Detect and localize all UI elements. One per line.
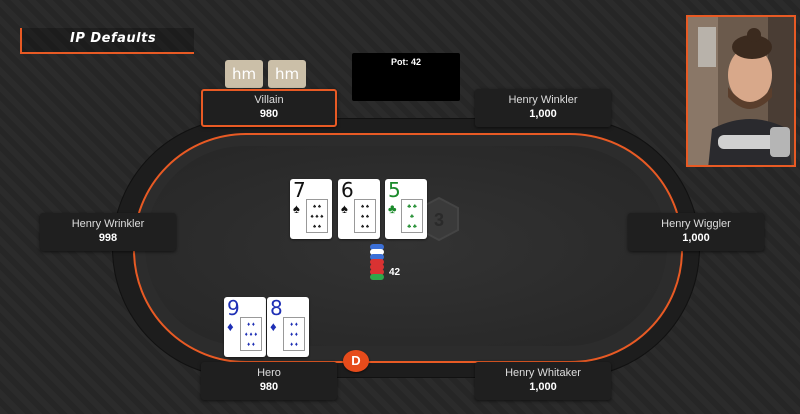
card-face: ♠ ♠ ♠ ♠ ♠ ♠ ♠ <box>306 199 328 233</box>
dealer-button-icon: D <box>343 350 369 372</box>
card-face: ♣ ♣ ♣ ♣ ♣ <box>401 199 423 233</box>
streamer-avatar <box>688 17 794 165</box>
card-face: ♦ ♦ ♦ ♦ ♦ ♦ <box>283 317 305 351</box>
hero-card-1: 9 ♦ ♦ ♦ ♦ ♦ ♦ ♦ ♦ <box>224 296 266 357</box>
seat-villain[interactable]: Villain 980 <box>201 89 337 127</box>
card-face: ♠ ♠ ♠ ♠ ♠ ♠ <box>354 199 376 233</box>
seat-stack: 998 <box>98 232 118 244</box>
card-rank: 5 <box>388 178 401 202</box>
seat-name: Henry Wiggler <box>661 218 731 230</box>
pot-chip-amount: 42 <box>389 267 401 278</box>
seat-henry-wiggler[interactable]: Henry Wiggler 1,000 <box>628 213 764 251</box>
board-card-2: 6 ♠ ♠ ♠ ♠ ♠ ♠ ♠ <box>338 178 380 239</box>
card-rank: 8 <box>270 296 283 320</box>
seat-name: Henry Whitaker <box>505 367 581 379</box>
seat-name: Hero <box>257 367 281 379</box>
chip-stack-icon <box>370 244 384 280</box>
spade-icon: ♠ <box>293 201 300 216</box>
seat-name: Henry Winkler <box>508 94 578 106</box>
seat-stack: 1,000 <box>529 381 557 393</box>
card-rank: 9 <box>227 296 240 320</box>
card-rank: 6 <box>341 178 354 202</box>
seat-name: Henry Wrinkler <box>71 218 145 230</box>
seat-stack: 1,000 <box>529 108 557 120</box>
hero-card-2: 8 ♦ ♦ ♦ ♦ ♦ ♦ ♦ <box>267 296 309 357</box>
club-icon: ♣ <box>388 201 397 216</box>
diamond-icon: ♦ <box>270 319 277 334</box>
seat-henry-whitaker[interactable]: Henry Whitaker 1,000 <box>475 362 611 400</box>
pot-label: Pot: 42 <box>390 57 421 67</box>
card-rank: 7 <box>293 178 306 202</box>
seat-stack: 1,000 <box>682 232 710 244</box>
villain-hidden-card-1: hm <box>225 60 263 88</box>
pot-display: Pot: 42 <box>352 53 460 101</box>
strategy-label: IP Defaults <box>20 28 194 54</box>
seat-name: Villain <box>254 94 284 106</box>
strategy-label-text: IP Defaults <box>70 31 157 46</box>
board-card-3: 5 ♣ ♣ ♣ ♣ ♣ ♣ <box>385 178 427 239</box>
spade-icon: ♠ <box>341 201 348 216</box>
svg-text:3: 3 <box>434 210 444 230</box>
seat-stack: 980 <box>259 108 279 120</box>
seat-stack: 980 <box>259 381 279 393</box>
board-card-1: 7 ♠ ♠ ♠ ♠ ♠ ♠ ♠ ♠ <box>290 178 332 239</box>
card-face: ♦ ♦ ♦ ♦ ♦ ♦ ♦ <box>240 317 262 351</box>
seat-hero[interactable]: Hero 980 <box>201 362 337 400</box>
villain-hidden-card-2: hm <box>268 60 306 88</box>
webcam-overlay <box>686 15 796 167</box>
seat-henry-winkler[interactable]: Henry Winkler 1,000 <box>475 89 611 127</box>
diamond-icon: ♦ <box>227 319 234 334</box>
seat-henry-wrinkler[interactable]: Henry Wrinkler 998 <box>40 213 176 251</box>
